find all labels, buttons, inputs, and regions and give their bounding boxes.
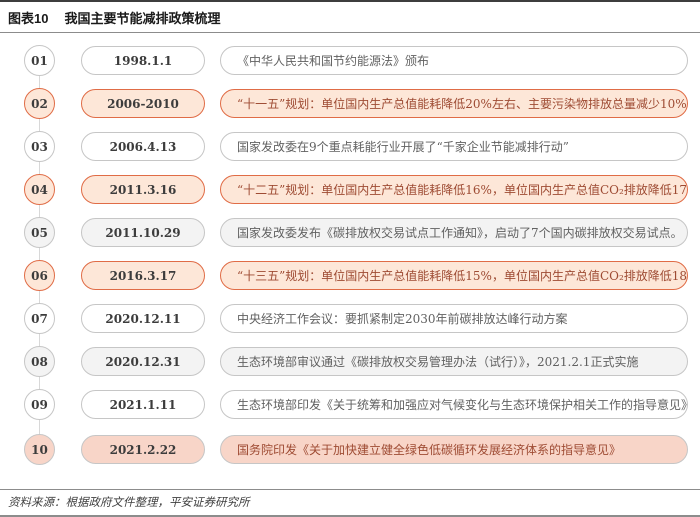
step-number-badge: 09: [24, 389, 55, 420]
step-number-badge: 10: [24, 434, 55, 465]
policy-text: “十二五”规划：单位国内生产总值能耗降低16%，单位国内生产总值CO₂排放降低1…: [237, 181, 688, 198]
policy-text: 国家发改委发布《碳排放权交易试点工作通知》，启动了7个国内碳排放权交易试点。: [237, 224, 683, 241]
date-pill: 2020.12.11: [81, 304, 205, 333]
policy-pill: 生态环境部印发《关于统筹和加强应对气候变化与生态环境保护相关工作的指导意见》: [220, 390, 688, 419]
figure-label: 图表10: [8, 8, 48, 27]
date-pill: 2021.2.22: [81, 435, 205, 464]
timeline-row: 07 2020.12.11 中央经济工作会议：要抓紧制定2030年前碳排放达峰行…: [24, 303, 688, 334]
date-pill: 2021.1.11: [81, 390, 205, 419]
date-pill: 2020.12.31: [81, 347, 205, 376]
step-number-badge: 03: [24, 131, 55, 162]
research-figure-page: 图表10 我国主要节能减排政策梳理 01 1998.1.1 《中华人民共和国节约…: [0, 0, 700, 517]
figure-header: 图表10 我国主要节能减排政策梳理: [0, 0, 700, 33]
policy-pill: 国家发改委发布《碳排放权交易试点工作通知》，启动了7个国内碳排放权交易试点。: [220, 218, 688, 247]
policy-text: 《中华人民共和国节约能源法》颁布: [237, 52, 429, 69]
timeline-row: 03 2006.4.13 国家发改委在9个重点耗能行业开展了“千家企业节能减排行…: [24, 131, 688, 162]
step-number-badge: 08: [24, 346, 55, 377]
timeline-row: 09 2021.1.11 生态环境部印发《关于统筹和加强应对气候变化与生态环境保…: [24, 389, 688, 420]
date-pill: 2011.3.16: [81, 175, 205, 204]
timeline-row: 10 2021.2.22 国务院印发《关于加快建立健全绿色低碳循环发展经济体系的…: [24, 434, 688, 465]
source-footer: 资料来源：根据政府文件整理，平安证券研究所: [0, 489, 700, 517]
source-text: 资料来源：根据政府文件整理，平安证券研究所: [8, 495, 250, 509]
timeline-row: 04 2011.3.16 “十二五”规划：单位国内生产总值能耗降低16%，单位国…: [24, 174, 688, 205]
policy-text: 国务院印发《关于加快建立健全绿色低碳循环发展经济体系的指导意见》: [237, 441, 621, 458]
date-pill: 1998.1.1: [81, 46, 205, 75]
timeline-row: 02 2006-2010 “十一五”规划：单位国内生产总值能耗降低20%左右、主…: [24, 88, 688, 119]
policy-pill: “十二五”规划：单位国内生产总值能耗降低16%，单位国内生产总值CO₂排放降低1…: [220, 175, 688, 204]
policy-pill: 国家发改委在9个重点耗能行业开展了“千家企业节能减排行动”: [220, 132, 688, 161]
step-number-badge: 01: [24, 45, 55, 76]
timeline-row: 01 1998.1.1 《中华人民共和国节约能源法》颁布: [24, 45, 688, 76]
date-pill: 2016.3.17: [81, 261, 205, 290]
step-number-badge: 04: [24, 174, 55, 205]
policy-pill: “十一五”规划：单位国内生产总值能耗降低20%左右、主要污染物排放总量减少10%…: [220, 89, 688, 118]
timeline-row: 05 2011.10.29 国家发改委发布《碳排放权交易试点工作通知》，启动了7…: [24, 217, 688, 248]
policy-text: 国家发改委在9个重点耗能行业开展了“千家企业节能减排行动”: [237, 138, 569, 155]
timeline-row: 06 2016.3.17 “十三五”规划：单位国内生产总值能耗降低15%，单位国…: [24, 260, 688, 291]
policy-text: “十三五”规划：单位国内生产总值能耗降低15%，单位国内生产总值CO₂排放降低1…: [237, 267, 688, 284]
date-pill: 2006.4.13: [81, 132, 205, 161]
step-number-badge: 07: [24, 303, 55, 334]
step-number-badge: 05: [24, 217, 55, 248]
date-pill: 2006-2010: [81, 89, 205, 118]
policy-pill: 国务院印发《关于加快建立健全绿色低碳循环发展经济体系的指导意见》: [220, 435, 688, 464]
timeline-row: 08 2020.12.31 生态环境部审议通过《碳排放权交易管理办法（试行）》，…: [24, 346, 688, 377]
step-number-badge: 06: [24, 260, 55, 291]
policy-timeline: 01 1998.1.1 《中华人民共和国节约能源法》颁布 02 2006-201…: [0, 33, 700, 465]
policy-pill: 《中华人民共和国节约能源法》颁布: [220, 46, 688, 75]
figure-title: 我国主要节能减排政策梳理: [64, 8, 220, 27]
policy-text: 生态环境部印发《关于统筹和加强应对气候变化与生态环境保护相关工作的指导意见》: [237, 396, 688, 413]
step-number-badge: 02: [24, 88, 55, 119]
policy-pill: 中央经济工作会议：要抓紧制定2030年前碳排放达峰行动方案: [220, 304, 688, 333]
policy-text: “十一五”规划：单位国内生产总值能耗降低20%左右、主要污染物排放总量减少10%…: [237, 95, 688, 112]
policy-pill: “十三五”规划：单位国内生产总值能耗降低15%，单位国内生产总值CO₂排放降低1…: [220, 261, 688, 290]
policy-text: 生态环境部审议通过《碳排放权交易管理办法（试行）》，2021.2.1正式实施: [237, 353, 638, 370]
policy-text: 中央经济工作会议：要抓紧制定2030年前碳排放达峰行动方案: [237, 310, 568, 327]
date-pill: 2011.10.29: [81, 218, 205, 247]
policy-pill: 生态环境部审议通过《碳排放权交易管理办法（试行）》，2021.2.1正式实施: [220, 347, 688, 376]
